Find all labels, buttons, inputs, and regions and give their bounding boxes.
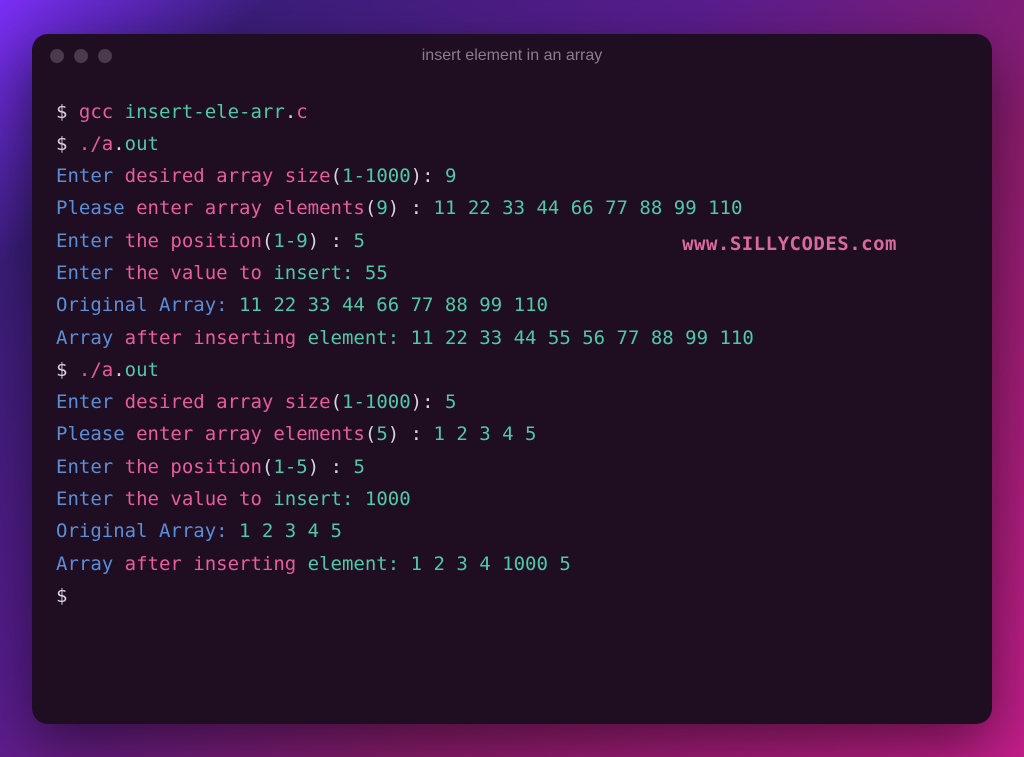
close-icon[interactable]: [50, 49, 64, 63]
terminal-segment: ) :: [308, 456, 354, 478]
terminal-segment: Enter: [56, 488, 125, 510]
terminal-line: Enter desired array size(1-1000): 5: [56, 386, 968, 418]
terminal-segment: the position: [125, 456, 262, 478]
terminal-segment: ) :: [388, 423, 434, 445]
terminal-segment: insert-ele-arr: [125, 101, 285, 123]
terminal-line: $: [56, 580, 968, 612]
terminal-segment: desired array size: [125, 391, 331, 413]
terminal-line: Enter the value to insert: 55: [56, 257, 968, 289]
terminal-segment: enter array elements: [136, 423, 365, 445]
terminal-segment: ./a: [79, 133, 113, 155]
terminal-segment: c: [296, 101, 307, 123]
maximize-icon[interactable]: [98, 49, 112, 63]
terminal-segment: (: [331, 391, 342, 413]
terminal-segment: 1 2 3 4 5: [434, 423, 537, 445]
terminal-segment: 1 2 3 4 5: [239, 520, 342, 542]
terminal-segment: (: [365, 197, 376, 219]
traffic-lights: [50, 49, 112, 63]
terminal-segment: 11 22 33 44 66 77 88 99 110: [239, 294, 548, 316]
terminal-segment: element:: [308, 327, 411, 349]
terminal-line: Original Array: 1 2 3 4 5: [56, 515, 968, 547]
watermark: www.SILLYCODES.com: [682, 228, 897, 260]
terminal-segment: desired array size: [125, 165, 331, 187]
terminal-line: Original Array: 11 22 33 44 66 77 88 99 …: [56, 289, 968, 321]
terminal-segment: the value to: [125, 262, 274, 284]
terminal-segment: .: [113, 133, 124, 155]
terminal-segment: 9: [445, 165, 456, 187]
terminal-segment: $: [56, 359, 79, 381]
terminal-line: $ ./a.out: [56, 128, 968, 160]
terminal-segment: 11 22 33 44 66 77 88 99 110: [434, 197, 743, 219]
terminal-segment: Array: [56, 553, 125, 575]
terminal-segment: $: [56, 585, 67, 607]
terminal-segment: Array: [56, 327, 125, 349]
terminal-segment: (: [262, 230, 273, 252]
terminal-segment: $: [56, 133, 79, 155]
terminal-segment: ./a: [79, 359, 113, 381]
terminal-segment: the value to: [125, 488, 274, 510]
terminal-segment: (: [262, 456, 273, 478]
terminal-segment: Original Array:: [56, 520, 239, 542]
terminal-segment: out: [125, 133, 159, 155]
terminal-segment: ) :: [388, 197, 434, 219]
terminal-segment: insert:: [273, 488, 365, 510]
terminal-segment: $: [56, 101, 79, 123]
terminal-line: Enter the value to insert: 1000: [56, 483, 968, 515]
minimize-icon[interactable]: [74, 49, 88, 63]
terminal-segment: 1-1000: [342, 165, 411, 187]
terminal-segment: ):: [411, 165, 445, 187]
terminal-segment: Please: [56, 423, 136, 445]
terminal-window: insert element in an array www.SILLYCODE…: [32, 34, 992, 724]
terminal-segment: (: [331, 165, 342, 187]
terminal-line: Array after inserting element: 11 22 33 …: [56, 322, 968, 354]
terminal-segment: ):: [411, 391, 445, 413]
terminal-segment: 55: [365, 262, 388, 284]
terminal-segment: 5: [445, 391, 456, 413]
terminal-segment: 1-1000: [342, 391, 411, 413]
terminal-segment: 5: [376, 423, 387, 445]
terminal-segment: 1-5: [273, 456, 307, 478]
terminal-segment: Enter: [56, 230, 125, 252]
terminal-segment: enter array elements: [136, 197, 365, 219]
terminal-line: $ ./a.out: [56, 354, 968, 386]
terminal-segment: Original Array:: [56, 294, 239, 316]
terminal-segment: 9: [376, 197, 387, 219]
terminal-segment: after inserting: [125, 327, 308, 349]
terminal-segment: Enter: [56, 456, 125, 478]
terminal-segment: insert:: [273, 262, 365, 284]
terminal-segment: 1000: [365, 488, 411, 510]
terminal-segment: Enter: [56, 262, 125, 284]
terminal-line: Array after inserting element: 1 2 3 4 1…: [56, 548, 968, 580]
terminal-segment: 1-9: [273, 230, 307, 252]
terminal-segment: 1 2 3 4 1000 5: [411, 553, 571, 575]
terminal-line: Please enter array elements(5) : 1 2 3 4…: [56, 418, 968, 450]
terminal-segment: Enter: [56, 165, 125, 187]
terminal-line: Please enter array elements(9) : 11 22 3…: [56, 192, 968, 224]
window-title: insert element in an array: [422, 47, 603, 65]
terminal-segment: 5: [353, 456, 364, 478]
terminal-output: $ gcc insert-ele-arr.c$ ./a.outEnter des…: [56, 96, 968, 613]
terminal-segment: element:: [308, 553, 411, 575]
terminal-segment: Please: [56, 197, 136, 219]
terminal-segment: .: [113, 359, 124, 381]
terminal-segment: .: [285, 101, 296, 123]
terminal-segment: (: [365, 423, 376, 445]
titlebar: insert element in an array: [32, 34, 992, 78]
terminal-line: Enter the position(1-5) : 5: [56, 451, 968, 483]
terminal-body[interactable]: www.SILLYCODES.com $ gcc insert-ele-arr.…: [32, 78, 992, 724]
terminal-line: $ gcc insert-ele-arr.c: [56, 96, 968, 128]
terminal-segment: gcc: [79, 101, 125, 123]
terminal-segment: the position: [125, 230, 262, 252]
terminal-segment: after inserting: [125, 553, 308, 575]
terminal-segment: 5: [353, 230, 364, 252]
terminal-segment: 11 22 33 44 55 56 77 88 99 110: [411, 327, 754, 349]
terminal-segment: Enter: [56, 391, 125, 413]
terminal-line: Enter desired array size(1-1000): 9: [56, 160, 968, 192]
terminal-segment: ) :: [308, 230, 354, 252]
terminal-segment: out: [125, 359, 159, 381]
